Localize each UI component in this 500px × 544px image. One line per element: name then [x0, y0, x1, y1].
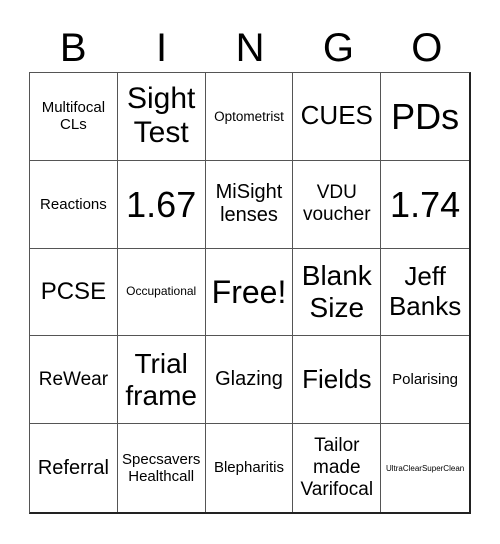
bingo-cell[interactable]: MiSight lenses	[205, 160, 294, 249]
header-letter-i: I	[156, 26, 168, 70]
bingo-cell[interactable]: Multifocal CLs	[30, 73, 118, 161]
bingo-cell[interactable]: Reactions	[30, 160, 118, 249]
header-letter-b: B	[59, 26, 87, 70]
bingo-cell-free[interactable]: Free!	[205, 248, 294, 337]
header-letter-o: O	[411, 26, 443, 70]
bingo-cell[interactable]: PDs	[381, 73, 469, 161]
bingo-cell[interactable]: Specsavers Healthcall	[118, 424, 206, 512]
bingo-cell[interactable]: Referral	[30, 424, 118, 512]
bingo-cell[interactable]: Trial frame	[117, 336, 206, 425]
bingo-grid: Multifocal CLs Sight Test Optometrist CU…	[29, 72, 471, 514]
bingo-cell[interactable]: 1.67	[117, 160, 206, 249]
bingo-cell[interactable]: Tailor made Varifocal	[293, 424, 382, 512]
bingo-cell[interactable]: Polarising	[381, 336, 469, 425]
bingo-cell[interactable]: PCSE	[30, 248, 118, 337]
bingo-cell[interactable]: UltraClearSuperClean	[381, 424, 469, 512]
bingo-cell[interactable]: Glazing	[205, 336, 294, 425]
header-letter-g: G	[322, 26, 354, 70]
bingo-cell[interactable]: Jeff Banks	[381, 249, 469, 337]
bingo-cell[interactable]: Sight Test	[117, 73, 206, 161]
bingo-cell[interactable]: Blank Size	[293, 248, 382, 337]
bingo-cell[interactable]: ReWear	[30, 336, 118, 425]
header-letter-n: N	[235, 26, 265, 70]
bingo-header: B I N G O	[29, 24, 471, 72]
bingo-cell[interactable]: Occupational	[117, 248, 206, 337]
bingo-cell[interactable]: 1.74	[381, 161, 469, 249]
bingo-cell[interactable]: Fields	[293, 336, 382, 425]
bingo-cell[interactable]: Blepharitis	[206, 424, 294, 512]
bingo-cell[interactable]: Optometrist	[205, 73, 294, 161]
bingo-cell[interactable]: VDU voucher	[293, 160, 382, 249]
bingo-cell[interactable]: CUES	[293, 73, 382, 161]
